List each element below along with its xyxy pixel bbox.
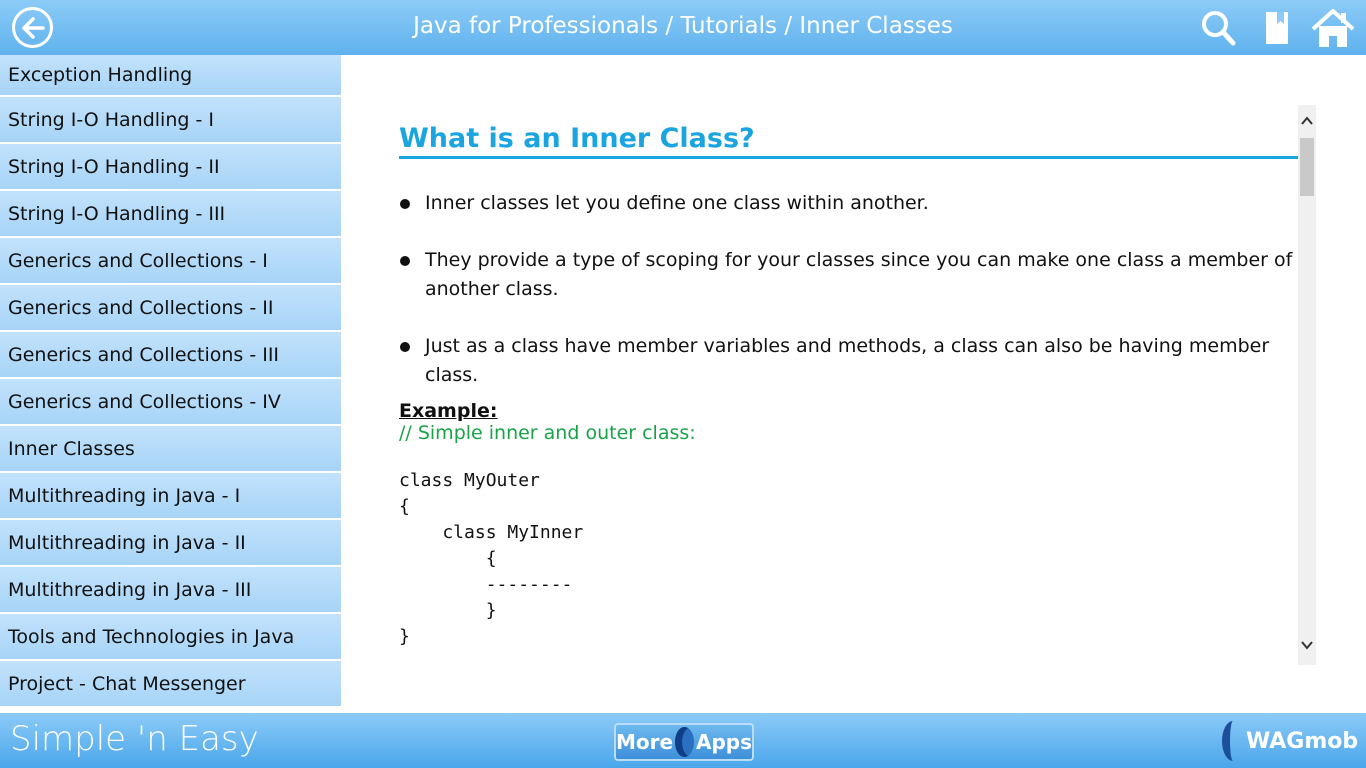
topic-sidebar: Exception Handling String I-O Handling -… [0, 55, 341, 713]
code-comment: // Simple inner and outer class: [399, 422, 696, 444]
sidebar-item-string-io-1[interactable]: String I-O Handling - I [0, 97, 341, 142]
sidebar-item-inner-classes[interactable]: Inner Classes [0, 426, 341, 471]
bookmark-icon [1266, 12, 1288, 44]
wagmob-logo: WAGmob [1222, 719, 1362, 763]
bookmark-button[interactable] [1262, 8, 1292, 52]
page-title: Java for Professionals / Tutorials / Inn… [413, 13, 953, 39]
brand-tagline: Simple 'n Easy [10, 719, 259, 759]
scroll-up-icon[interactable] [1298, 115, 1316, 131]
example-label: Example: [399, 400, 498, 422]
sidebar-item-exception-handling[interactable]: Exception Handling [0, 55, 341, 95]
article-heading: What is an Inner Class? [399, 105, 1299, 159]
content-scrollbar[interactable] [1298, 105, 1316, 665]
home-button[interactable] [1310, 8, 1356, 54]
more-apps-button[interactable]: More Apps [614, 723, 754, 761]
sidebar-item-string-io-2[interactable]: String I-O Handling - II [0, 144, 341, 189]
list-item: They provide a type of scoping for your … [399, 246, 1299, 304]
scroll-thumb[interactable] [1300, 138, 1314, 196]
bullet-icon [400, 256, 410, 266]
sidebar-item-chat-project[interactable]: Project - Chat Messenger [0, 661, 341, 706]
bottom-bar: Simple 'n Easy More Apps WAGmob [0, 713, 1366, 768]
code-block: class MyOuter { class MyInner { --------… [399, 470, 584, 647]
article: What is an Inner Class? Inner classes le… [399, 105, 1299, 665]
sidebar-item-multithreading-1[interactable]: Multithreading in Java - I [0, 473, 341, 518]
scroll-down-icon[interactable] [1298, 639, 1316, 655]
home-icon [1311, 9, 1355, 47]
moon-icon [675, 727, 694, 757]
sidebar-item-generics-2[interactable]: Generics and Collections - II [0, 285, 341, 330]
bullet-icon [400, 199, 410, 209]
bullet-icon [400, 342, 410, 352]
sidebar-item-generics-1[interactable]: Generics and Collections - I [0, 238, 341, 283]
wagmob-logo-text: WAGmob [1246, 728, 1359, 754]
apps-label: Apps [695, 730, 752, 754]
content-pane: What is an Inner Class? Inner classes le… [341, 55, 1366, 713]
search-button[interactable] [1200, 8, 1238, 52]
list-item: Inner classes let you define one class w… [399, 189, 1299, 218]
more-label: More [616, 730, 674, 754]
sidebar-item-multithreading-2[interactable]: Multithreading in Java - II [0, 520, 341, 565]
sidebar-item-generics-4[interactable]: Generics and Collections - IV [0, 379, 341, 424]
sidebar-item-multithreading-3[interactable]: Multithreading in Java - III [0, 567, 341, 612]
bullet-text: Inner classes let you define one class w… [425, 192, 929, 214]
bullet-list: Inner classes let you define one class w… [399, 189, 1299, 390]
wagmob-mark-icon [1222, 721, 1244, 761]
sidebar-item-string-io-3[interactable]: String I-O Handling - III [0, 191, 341, 236]
top-bar: Java for Professionals / Tutorials / Inn… [0, 0, 1366, 55]
bullet-text: Just as a class have member variables an… [425, 335, 1270, 386]
list-item: Just as a class have member variables an… [399, 332, 1299, 390]
bullet-text: They provide a type of scoping for your … [425, 249, 1293, 300]
sidebar-item-generics-3[interactable]: Generics and Collections - III [0, 332, 341, 377]
search-icon [1202, 11, 1236, 46]
sidebar-item-tools[interactable]: Tools and Technologies in Java [0, 614, 341, 659]
